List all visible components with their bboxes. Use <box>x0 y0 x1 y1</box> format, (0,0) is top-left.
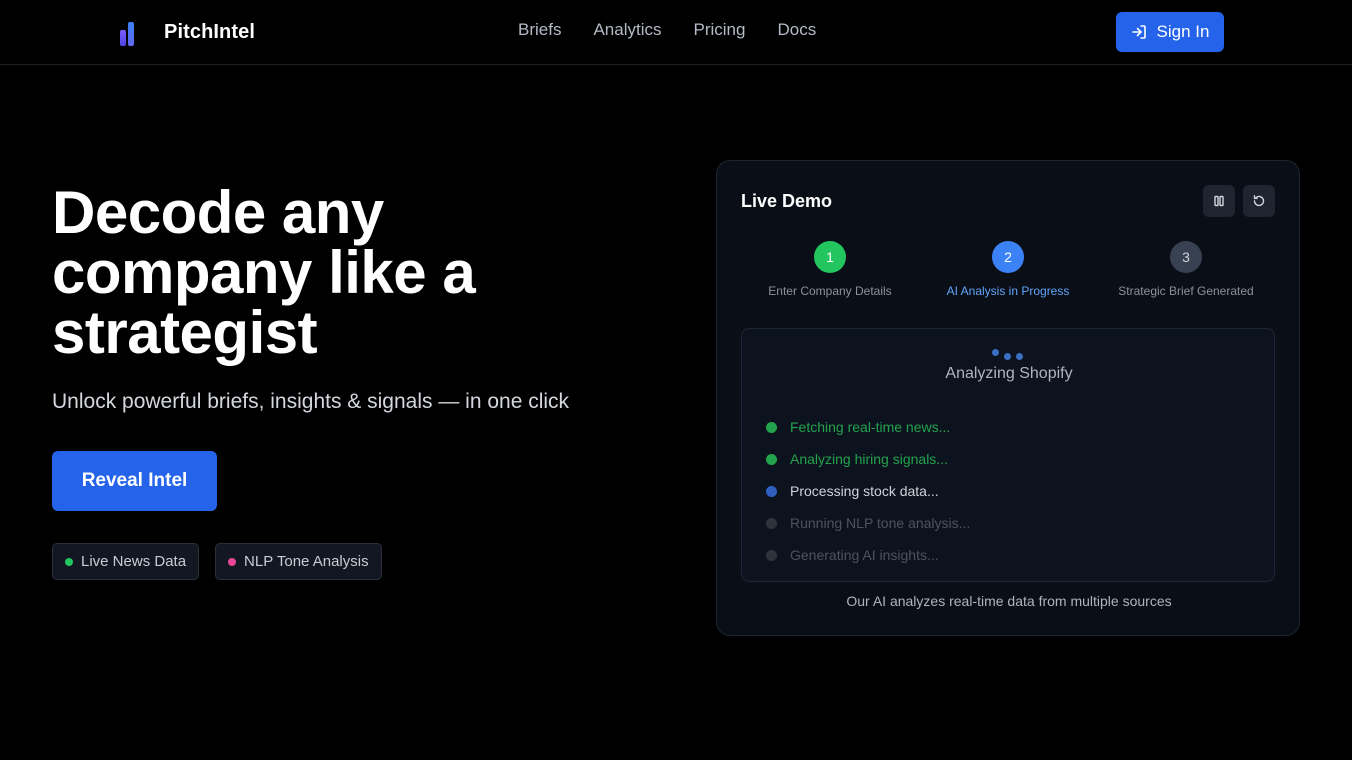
badge-label: NLP Tone Analysis <box>244 553 369 570</box>
pause-icon <box>1214 195 1224 207</box>
status-dot-icon <box>766 453 777 465</box>
nav-link-briefs[interactable]: Briefs <box>518 20 561 40</box>
brand-logo[interactable]: PitchIntel <box>120 16 255 48</box>
hero-subtitle: Unlock powerful briefs, insights & signa… <box>52 390 570 413</box>
hero-title: Decode any company like a strategist <box>52 183 672 363</box>
step-label: AI Analysis in Progress <box>946 284 1070 298</box>
hero-title-line: company like a <box>52 239 476 306</box>
progress-steps: 1 Enter Company Details 2 AI Analysis in… <box>741 241 1275 298</box>
demo-title: Live Demo <box>741 191 833 211</box>
task-label: Analyzing hiring signals... <box>790 451 948 467</box>
step-number: 2 <box>992 241 1024 273</box>
demo-footer-text: Our AI analyzes real-time data from mult… <box>846 593 1172 609</box>
hero-title-line: strategist <box>52 299 318 366</box>
analysis-panel: Analyzing Shopify Fetching real-time new… <box>741 328 1275 582</box>
badge-live-news: Live News Data <box>52 543 200 580</box>
pause-button[interactable] <box>1203 185 1235 217</box>
feature-badges: Live News Data NLP Tone Analysis <box>52 543 382 580</box>
bar-chart-logo-icon <box>120 18 144 46</box>
status-dot-icon <box>65 557 73 566</box>
step-number: 3 <box>1170 241 1202 273</box>
analysis-task-list: Fetching real-time news... Analyzing hir… <box>766 411 970 571</box>
sign-in-icon <box>1131 25 1146 39</box>
reveal-intel-button[interactable]: Reveal Intel <box>52 451 217 511</box>
restart-button[interactable] <box>1243 185 1275 217</box>
step-label: Strategic Brief Generated <box>1118 284 1254 298</box>
task-label: Fetching real-time news... <box>790 419 951 435</box>
nav-link-pricing[interactable]: Pricing <box>694 20 746 40</box>
nav-link-docs[interactable]: Docs <box>777 20 816 40</box>
analysis-title: Analyzing Shopify <box>945 365 1073 382</box>
nav-link-analytics[interactable]: Analytics <box>593 20 661 40</box>
hero-title-line: Decode any <box>52 179 384 246</box>
restart-icon <box>1253 195 1265 207</box>
step-label: Enter Company Details <box>768 284 892 298</box>
step-ai-analysis: 2 AI Analysis in Progress <box>919 241 1097 298</box>
task-label: Processing stock data... <box>790 483 939 499</box>
top-nav: PitchIntel Briefs Analytics Pricing Docs… <box>0 0 1352 65</box>
sign-in-label: Sign In <box>1156 22 1210 41</box>
step-number: 1 <box>814 241 846 273</box>
brand-name: PitchIntel <box>164 20 256 43</box>
loading-dots-icon <box>992 349 1024 361</box>
list-item: Processing stock data... <box>766 475 970 507</box>
step-enter-details: 1 Enter Company Details <box>741 241 919 298</box>
status-dot-icon <box>766 549 777 561</box>
status-dot-icon <box>228 557 237 566</box>
step-brief-generated: 3 Strategic Brief Generated <box>1097 241 1275 298</box>
sign-in-button[interactable]: Sign In <box>1116 12 1224 52</box>
badge-label: Live News Data <box>81 553 187 570</box>
badge-nlp-tone: NLP Tone Analysis <box>215 543 382 580</box>
status-dot-icon <box>766 485 777 497</box>
list-item: Running NLP tone analysis... <box>766 507 970 539</box>
list-item: Generating AI insights... <box>766 539 970 571</box>
list-item: Analyzing hiring signals... <box>766 443 970 475</box>
nav-links: Briefs Analytics Pricing Docs <box>518 20 816 40</box>
task-label: Generating AI insights... <box>790 547 939 563</box>
task-label: Running NLP tone analysis... <box>790 515 971 531</box>
live-demo-card: Live Demo 1 Enter Company Details 2 AI A… <box>716 160 1300 636</box>
status-dot-icon <box>766 421 777 433</box>
list-item: Fetching real-time news... <box>766 411 970 443</box>
status-dot-icon <box>766 517 777 529</box>
